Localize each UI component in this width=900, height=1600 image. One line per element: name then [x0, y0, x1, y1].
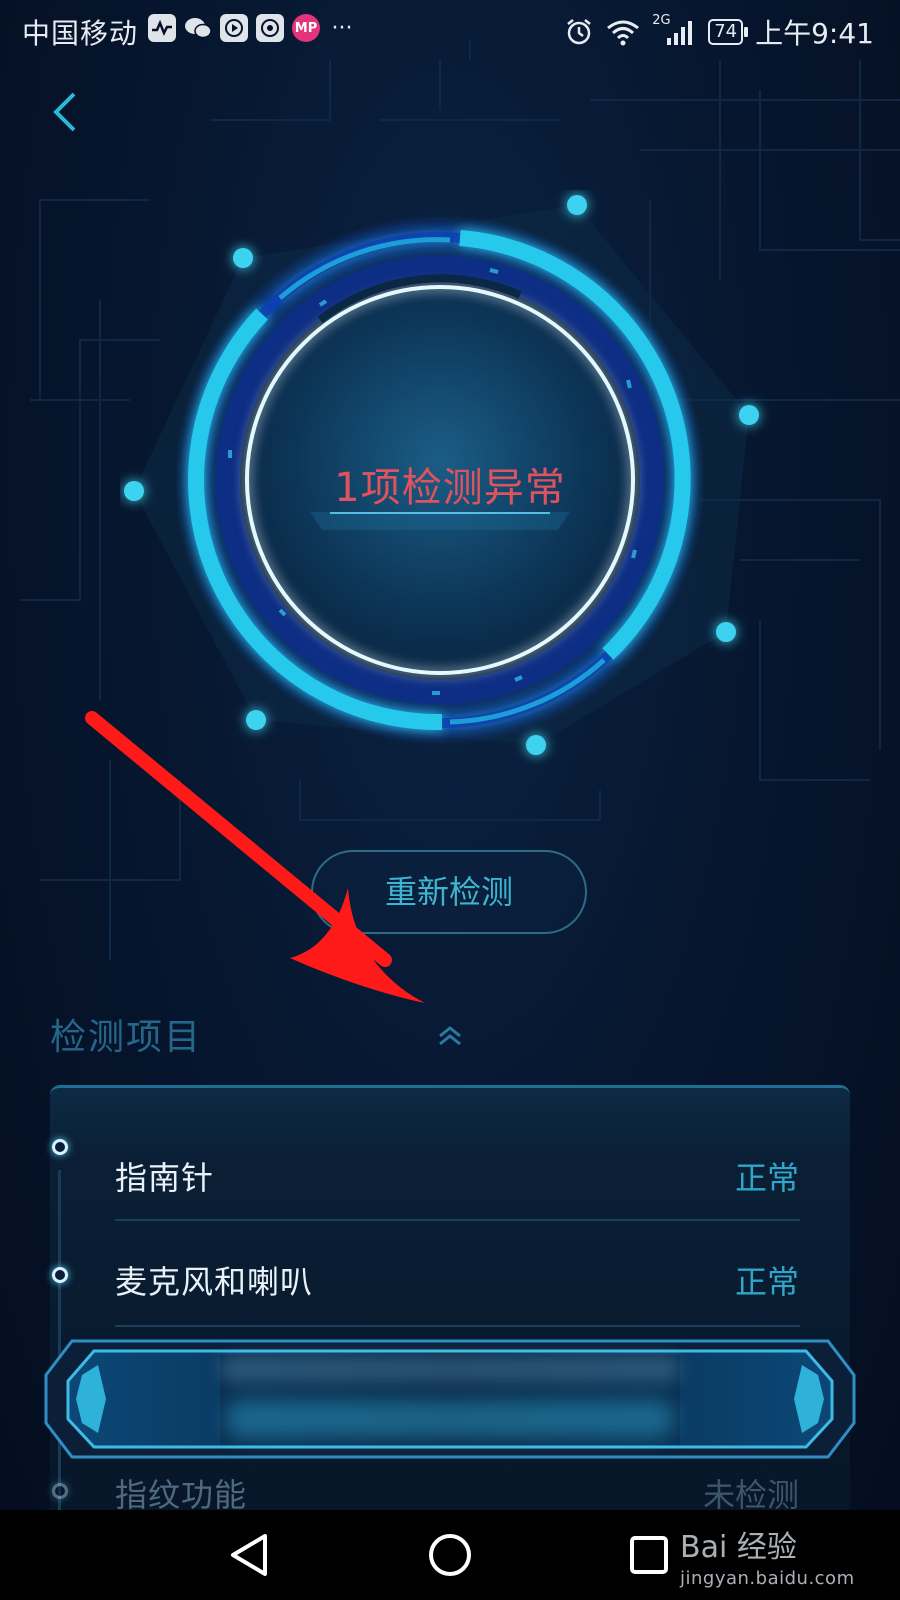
nav-back-button[interactable] [205, 1510, 295, 1600]
video-player-icon [220, 14, 248, 42]
blurred-text [225, 1400, 675, 1438]
chevron-left-icon [53, 92, 76, 132]
activity-icon [148, 14, 176, 42]
row-divider [115, 1325, 800, 1327]
mp-app-icon: MP [292, 14, 320, 42]
node-dot [124, 481, 144, 501]
nav-home-button[interactable] [405, 1510, 495, 1600]
battery-indicator: 74 [708, 19, 749, 45]
circle-home-icon [429, 1534, 471, 1576]
timeline-dot [52, 1267, 68, 1283]
alarm-icon [567, 19, 591, 45]
item-status: 正常 [734, 1263, 799, 1301]
node-dot [716, 622, 736, 642]
back-button[interactable] [44, 88, 92, 136]
node-dot [739, 405, 759, 425]
status-bar: 中国移动 MP ··· 2G 74 上午9:41 [0, 0, 900, 60]
signal-indicator: 2G [652, 13, 696, 47]
collapse-toggle[interactable] [436, 1024, 464, 1047]
detection-status-text: 1项检测异常 [334, 465, 566, 511]
clock: 上午9:41 [755, 17, 874, 50]
node-dot [567, 195, 587, 215]
triangle-back-icon [231, 1534, 267, 1576]
notification-icons: MP ··· [148, 14, 356, 42]
timeline-dot [52, 1139, 68, 1155]
watermark-url: jingyan.baidu.com [680, 1568, 855, 1589]
blurred-text [220, 1355, 680, 1383]
more-notifications-icon: ··· [331, 15, 353, 41]
item-status: 正常 [734, 1159, 799, 1197]
row-divider [115, 1219, 800, 1221]
signal-icon [667, 21, 693, 45]
system-icons: 2G 74 上午9:41 [564, 12, 874, 52]
item-name: 指南针 [115, 1159, 215, 1197]
section-title: 检测项目 [50, 1017, 203, 1058]
baidu-watermark: Bai 经验 jingyan.baidu.com [680, 1522, 855, 1589]
carrier-label: 中国移动 [22, 17, 139, 50]
timeline-dot [52, 1483, 68, 1499]
node-dot [526, 735, 546, 755]
wechat-icon [184, 14, 212, 42]
screen: 中国移动 MP ··· 2G 74 上午9:41 1项检测异常 重新检测 检测项… [0, 0, 900, 1600]
watermark-brand: Bai 经验 [680, 1530, 797, 1565]
rescan-button[interactable]: 重新检测 [311, 850, 587, 934]
wifi-icon [607, 20, 640, 46]
node-dot [233, 248, 253, 268]
camera-app-icon [256, 14, 284, 42]
node-dot [246, 710, 266, 730]
double-chevron-up-icon [439, 1026, 461, 1046]
item-name: 麦克风和喇叭 [115, 1263, 314, 1301]
